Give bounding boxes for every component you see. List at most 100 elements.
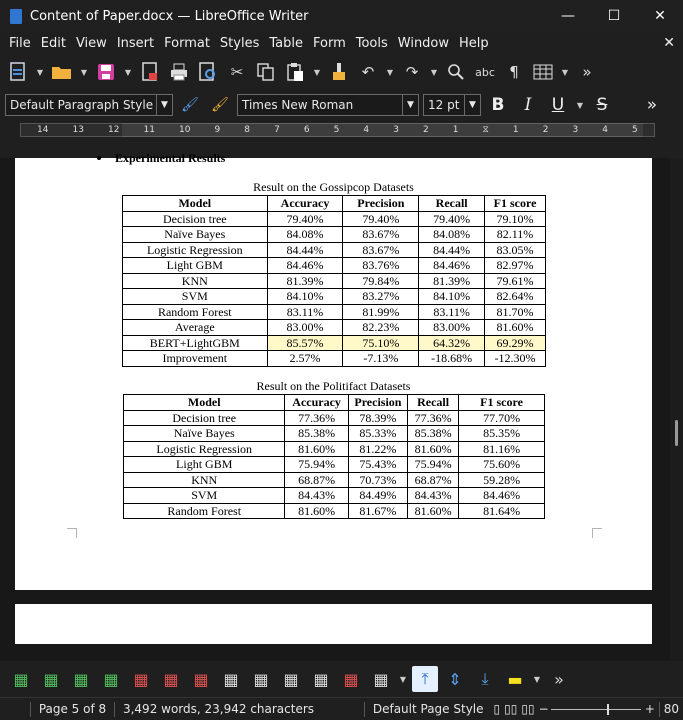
table-cell[interactable]: 77.70% <box>458 409 545 426</box>
table-cell[interactable]: 82.97% <box>484 257 546 274</box>
delete-table-icon[interactable]: ▦ <box>188 666 214 692</box>
paste-icon[interactable] <box>283 60 307 84</box>
table-header-cell[interactable]: Accuracy <box>266 195 344 212</box>
word-count[interactable]: 3,492 words, 23,942 characters <box>115 702 322 716</box>
spelling-icon[interactable]: abc <box>473 60 497 84</box>
more-formatting-button[interactable]: » <box>639 93 665 117</box>
table-header-cell[interactable]: Accuracy <box>284 394 349 411</box>
undo-icon[interactable]: ↶ <box>356 60 380 84</box>
table-cell[interactable]: 78.39% <box>347 409 409 426</box>
table-cell[interactable]: 83.67% <box>342 241 420 258</box>
table-cell[interactable]: 81.60% <box>484 319 546 336</box>
table-cell[interactable]: 83.11% <box>418 303 486 320</box>
zoom-slider-thumb[interactable] <box>606 703 609 715</box>
table-cell[interactable]: -12.30% <box>484 350 546 367</box>
delete-rows-icon[interactable]: ▦ <box>128 666 154 692</box>
menu-view[interactable]: View <box>71 36 112 51</box>
table-cell[interactable]: 81.60% <box>284 502 349 519</box>
bold-button[interactable]: B <box>485 93 511 117</box>
export-pdf-icon[interactable] <box>138 60 162 84</box>
table-cell[interactable]: -7.13% <box>342 350 420 367</box>
strikethrough-button[interactable]: S <box>589 93 615 117</box>
insert-rows-below-icon[interactable]: ▦ <box>38 666 64 692</box>
table-cell[interactable]: 64.32% <box>418 334 486 351</box>
book-view-icon[interactable]: ▯▯ <box>519 702 536 716</box>
table-cell[interactable]: 85.38% <box>407 425 460 442</box>
optimize-size-icon[interactable]: ▦ <box>308 666 334 692</box>
table-cell[interactable]: -18.68% <box>418 350 486 367</box>
table-cell[interactable]: Random Forest <box>122 502 286 519</box>
table-cell[interactable]: 83.67% <box>342 226 420 243</box>
table-header-cell[interactable]: Precision <box>347 394 409 411</box>
table-cell[interactable]: 81.60% <box>407 440 460 457</box>
table-cell[interactable]: Decision tree <box>122 210 268 227</box>
table-cell[interactable]: 75.60% <box>458 456 545 473</box>
table-cell[interactable]: 81.64% <box>458 502 545 519</box>
table-cell[interactable]: Light GBM <box>122 456 286 473</box>
table-cell[interactable]: SVM <box>122 487 286 504</box>
table-cell[interactable]: BERT+LightGBM <box>122 334 268 351</box>
table-cell[interactable]: 2.57% <box>266 350 344 367</box>
table-cell[interactable]: Logistic Regression <box>122 241 268 258</box>
table-cell[interactable]: 75.43% <box>347 456 409 473</box>
table-cell[interactable]: 84.10% <box>418 288 486 305</box>
table-cell[interactable]: 84.43% <box>284 487 349 504</box>
table-cell[interactable]: Random Forest <box>122 303 268 320</box>
table-header-cell[interactable]: Recall <box>407 394 460 411</box>
cell-background-icon[interactable]: ▬ <box>502 666 528 692</box>
menu-help[interactable]: Help <box>454 36 494 51</box>
vertical-scrollbar[interactable] <box>670 158 683 661</box>
more-icon[interactable]: » <box>546 666 572 692</box>
table-header-cell[interactable]: Precision <box>342 195 420 212</box>
insert-table-icon[interactable] <box>531 60 555 84</box>
table-cell[interactable]: 79.84% <box>342 272 420 289</box>
chevron-down-icon[interactable]: ▼ <box>532 667 542 691</box>
table-cell[interactable]: 75.94% <box>407 456 460 473</box>
align-top-icon[interactable]: ⤒ <box>412 666 438 692</box>
font-size-select[interactable]: 12 pt ▼ <box>423 94 481 116</box>
split-table-icon[interactable]: ▦ <box>338 666 364 692</box>
insert-columns-after-icon[interactable]: ▦ <box>98 666 124 692</box>
table-cell[interactable]: 81.99% <box>342 303 420 320</box>
chevron-down-icon[interactable]: ▼ <box>156 95 172 115</box>
menu-window[interactable]: Window <box>393 36 454 51</box>
table-cell[interactable]: 84.43% <box>407 487 460 504</box>
menu-styles[interactable]: Styles <box>215 36 264 51</box>
table-cell[interactable]: 68.87% <box>284 471 349 488</box>
table-header-cell[interactable]: F1 score <box>484 195 546 212</box>
align-bottom-icon[interactable]: ⤓ <box>472 666 498 692</box>
table-header-cell[interactable]: Model <box>122 195 268 212</box>
close-button[interactable]: ✕ <box>637 0 683 32</box>
zoom-slider[interactable] <box>550 703 641 715</box>
table-cell[interactable]: Light GBM <box>122 257 268 274</box>
table-cell[interactable]: 82.11% <box>484 226 546 243</box>
clone-formatting-icon[interactable] <box>327 60 351 84</box>
new-style-icon[interactable]: 🖌 <box>207 93 233 117</box>
table-cell[interactable]: 79.40% <box>266 210 344 227</box>
redo-icon[interactable]: ↷ <box>400 60 424 84</box>
table-cell[interactable]: 84.46% <box>418 257 486 274</box>
table-cell[interactable]: 84.46% <box>266 257 344 274</box>
chevron-down-icon[interactable]: ▼ <box>385 60 395 84</box>
chevron-down-icon[interactable]: ▼ <box>464 95 480 115</box>
table-cell[interactable]: 83.27% <box>342 288 420 305</box>
chevron-down-icon[interactable]: ▼ <box>123 60 133 84</box>
table-cell[interactable]: 84.44% <box>418 241 486 258</box>
zoom-in-button[interactable]: + <box>641 702 659 716</box>
cut-icon[interactable]: ✂ <box>225 60 249 84</box>
table-cell[interactable]: 81.22% <box>347 440 409 457</box>
delete-columns-icon[interactable]: ▦ <box>158 666 184 692</box>
table-cell[interactable]: 77.36% <box>284 409 349 426</box>
chevron-down-icon[interactable]: ▼ <box>79 60 89 84</box>
zoom-level[interactable]: 80 <box>660 702 683 716</box>
chevron-down-icon[interactable]: ▼ <box>35 60 45 84</box>
open-folder-icon[interactable] <box>50 60 74 84</box>
table-cell[interactable]: KNN <box>122 471 286 488</box>
chevron-down-icon[interactable]: ▼ <box>429 60 439 84</box>
table-cell[interactable]: 81.39% <box>418 272 486 289</box>
formatting-marks-icon[interactable]: ¶ <box>502 60 526 84</box>
table-cell[interactable]: 83.00% <box>418 319 486 336</box>
table-cell[interactable]: Logistic Regression <box>122 440 286 457</box>
table-cell[interactable]: 79.61% <box>484 272 546 289</box>
find-replace-icon[interactable] <box>444 60 468 84</box>
